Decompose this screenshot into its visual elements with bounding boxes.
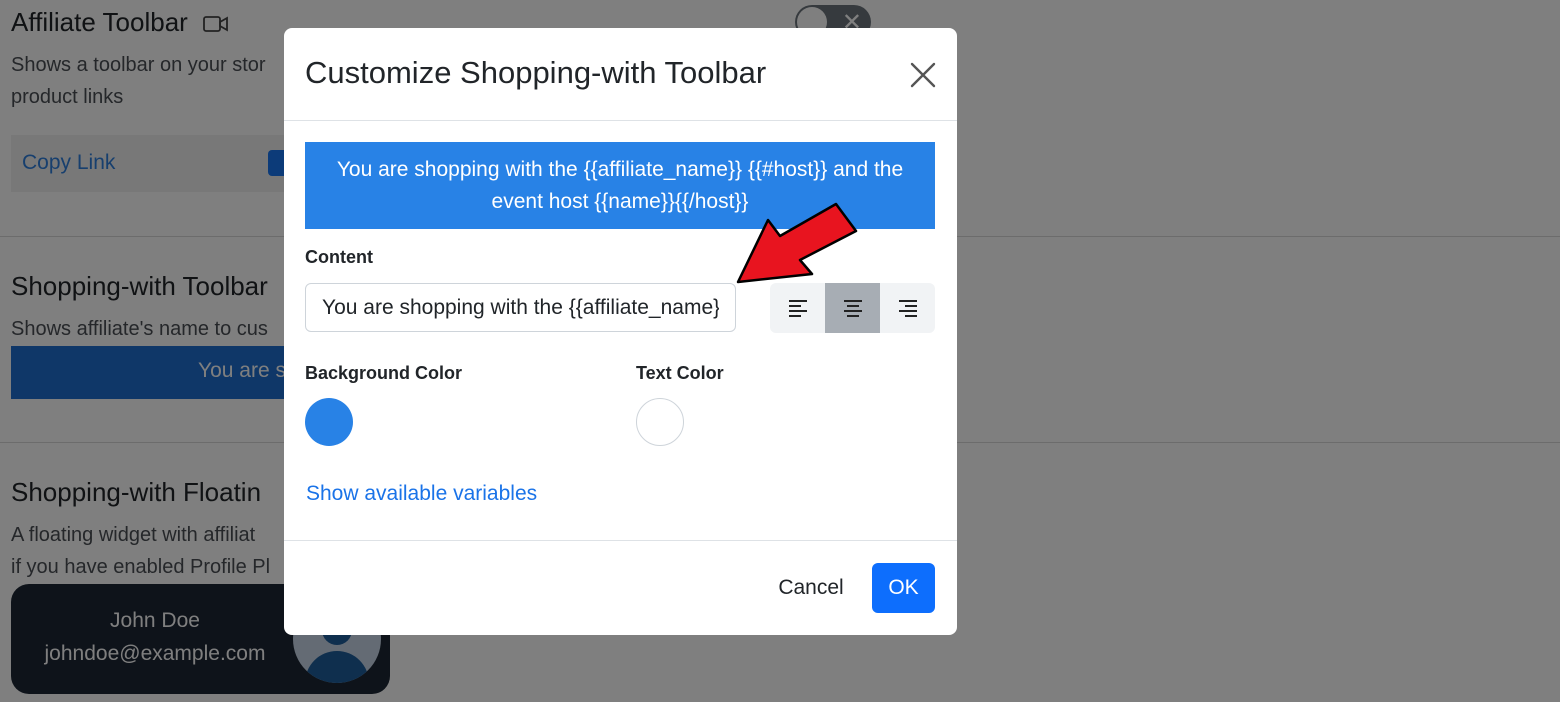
ok-button[interactable]: OK — [872, 563, 935, 613]
modal-header: Customize Shopping-with Toolbar — [284, 28, 957, 121]
text-color-swatch[interactable] — [636, 398, 684, 446]
cancel-button[interactable]: Cancel — [766, 563, 856, 613]
annotation-arrow — [736, 202, 858, 284]
text-alignment-group — [770, 283, 935, 333]
content-label: Content — [305, 247, 373, 267]
background-color-label: Background Color — [305, 363, 463, 383]
customize-toolbar-modal: Customize Shopping-with Toolbar You are … — [284, 28, 957, 635]
modal-title: Customize Shopping-with Toolbar — [305, 55, 767, 90]
text-color-label: Text Color — [636, 363, 724, 383]
background-color-swatch[interactable] — [305, 398, 353, 446]
show-variables-link[interactable]: Show available variables — [306, 482, 537, 506]
align-left-icon[interactable] — [770, 283, 825, 333]
modal-footer-divider — [284, 540, 957, 541]
content-input[interactable] — [305, 283, 736, 332]
align-center-icon[interactable] — [825, 283, 880, 333]
align-right-icon[interactable] — [880, 283, 935, 333]
close-icon[interactable] — [906, 58, 940, 92]
